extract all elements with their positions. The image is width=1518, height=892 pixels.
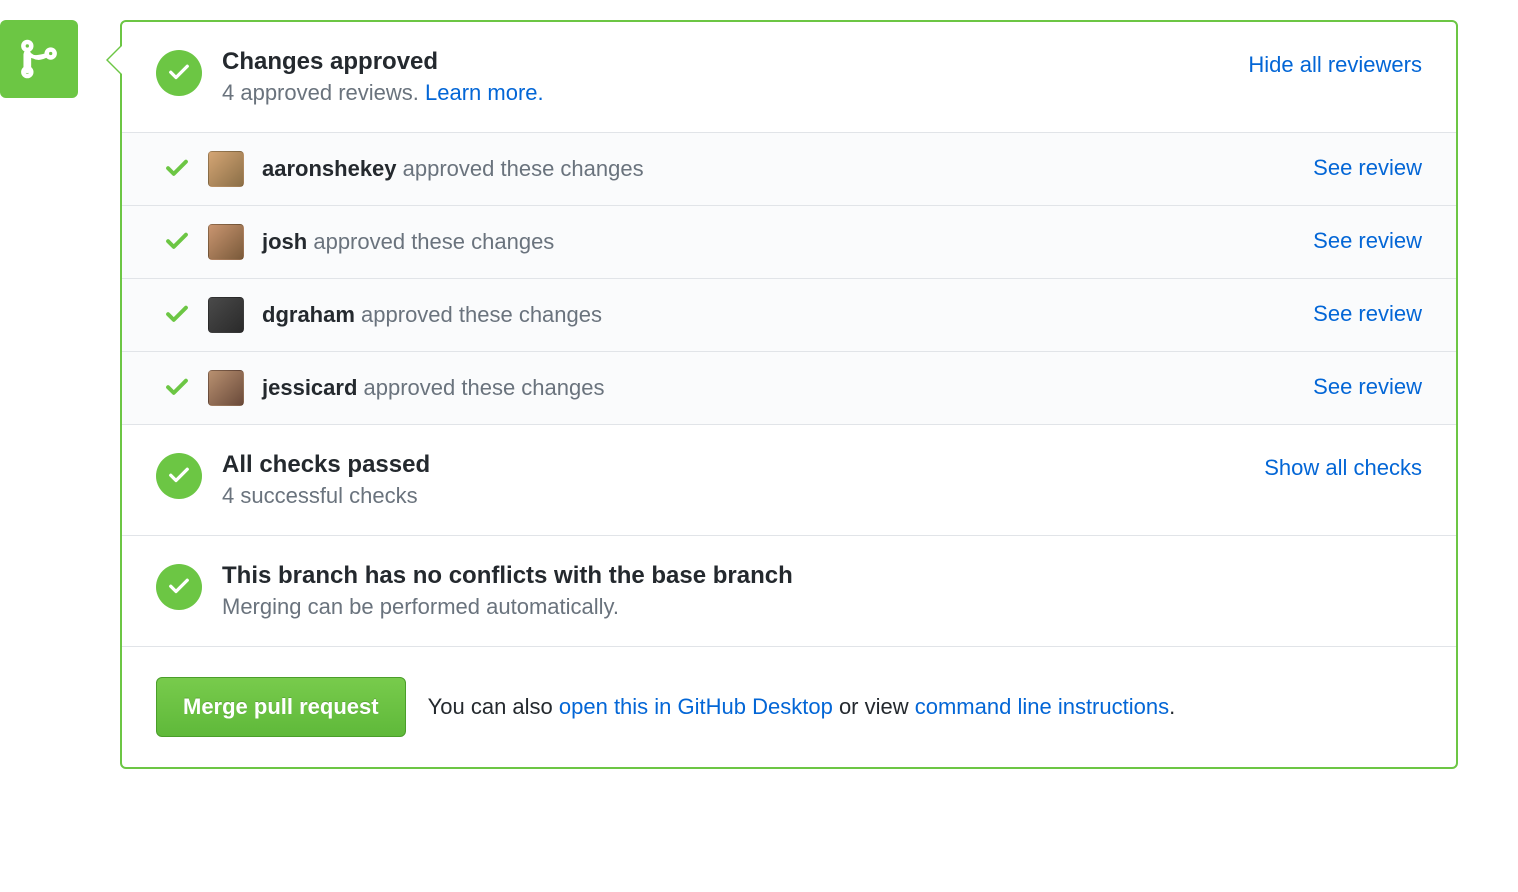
merge-help-text: You can also open this in GitHub Desktop… xyxy=(428,694,1176,720)
merge-section: Merge pull request You can also open thi… xyxy=(122,647,1456,767)
merge-text-mid: or view xyxy=(833,694,915,719)
check-circle-icon xyxy=(156,453,202,499)
reviewer-username: dgraham xyxy=(262,302,355,327)
reviewer-username: josh xyxy=(262,229,307,254)
see-review-link[interactable]: See review xyxy=(1313,155,1422,181)
conflicts-section: This branch has no conflicts with the ba… xyxy=(122,536,1456,647)
avatar xyxy=(208,370,244,406)
see-review-link[interactable]: See review xyxy=(1313,374,1422,400)
check-icon xyxy=(164,302,190,328)
reviewer-username: jessicard xyxy=(262,375,357,400)
reviewer-text: jessicard approved these changes xyxy=(262,375,1295,401)
merge-panel: Changes approved 4 approved reviews. Lea… xyxy=(120,20,1458,769)
check-icon xyxy=(164,375,190,401)
merge-text-suffix: . xyxy=(1169,694,1175,719)
reviewer-text: josh approved these changes xyxy=(262,229,1295,255)
conflicts-title: This branch has no conflicts with the ba… xyxy=(222,562,1422,590)
conflicts-subtitle: Merging can be performed automatically. xyxy=(222,594,1422,620)
checks-title: All checks passed xyxy=(222,451,1244,479)
check-icon xyxy=(164,229,190,255)
approval-section: Changes approved 4 approved reviews. Lea… xyxy=(122,22,1456,133)
checks-section: All checks passed 4 successful checks Sh… xyxy=(122,425,1456,536)
avatar xyxy=(208,297,244,333)
learn-more-link[interactable]: Learn more. xyxy=(425,80,544,105)
approval-count-text: 4 approved reviews. xyxy=(222,80,425,105)
open-in-desktop-link[interactable]: open this in GitHub Desktop xyxy=(559,694,833,719)
reviewer-action: approved these changes xyxy=(357,375,604,400)
reviewer-row: jessicard approved these changes See rev… xyxy=(122,352,1456,425)
see-review-link[interactable]: See review xyxy=(1313,301,1422,327)
approval-subtitle: 4 approved reviews. Learn more. xyxy=(222,80,1228,106)
reviewer-action: approved these changes xyxy=(397,156,644,181)
reviewer-action: approved these changes xyxy=(355,302,602,327)
merge-text-prefix: You can also xyxy=(428,694,559,719)
command-line-instructions-link[interactable]: command line instructions xyxy=(915,694,1169,719)
approval-title: Changes approved xyxy=(222,48,1228,76)
reviewer-row: aaronshekey approved these changes See r… xyxy=(122,133,1456,206)
reviewers-list: aaronshekey approved these changes See r… xyxy=(122,133,1456,425)
hide-reviewers-link[interactable]: Hide all reviewers xyxy=(1248,52,1422,78)
reviewer-text: aaronshekey approved these changes xyxy=(262,156,1295,182)
show-checks-link[interactable]: Show all checks xyxy=(1264,455,1422,481)
reviewer-row: josh approved these changes See review xyxy=(122,206,1456,279)
check-circle-icon xyxy=(156,50,202,96)
avatar xyxy=(208,224,244,260)
check-icon xyxy=(164,156,190,182)
see-review-link[interactable]: See review xyxy=(1313,228,1422,254)
git-merge-icon xyxy=(0,20,78,98)
reviewer-row: dgraham approved these changes See revie… xyxy=(122,279,1456,352)
reviewer-text: dgraham approved these changes xyxy=(262,302,1295,328)
reviewer-username: aaronshekey xyxy=(262,156,397,181)
checks-subtitle: 4 successful checks xyxy=(222,483,1244,509)
reviewer-action: approved these changes xyxy=(307,229,554,254)
avatar xyxy=(208,151,244,187)
merge-pull-request-button[interactable]: Merge pull request xyxy=(156,677,406,737)
check-circle-icon xyxy=(156,564,202,610)
